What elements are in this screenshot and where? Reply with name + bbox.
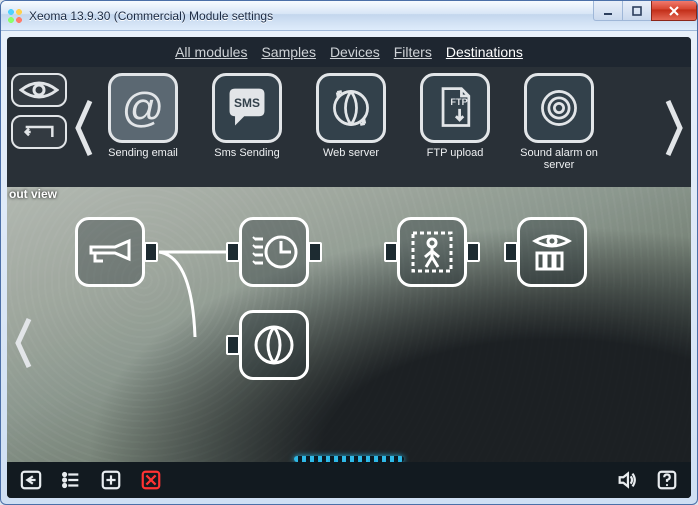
svg-text:FTP: FTP: [450, 97, 467, 107]
titlebar: Xeoma 13.9.30 (Commercial) Module settin…: [1, 1, 697, 31]
port-in[interactable]: [504, 242, 518, 262]
chain-canvas[interactable]: out view: [7, 187, 691, 498]
port-out[interactable]: [466, 242, 480, 262]
close-button[interactable]: [651, 1, 697, 21]
port-out[interactable]: [144, 242, 158, 262]
module-sms-sending[interactable]: SMS Sms Sending: [201, 73, 293, 171]
modules-next-button[interactable]: [661, 73, 687, 183]
minimize-button[interactable]: [593, 1, 623, 21]
svg-text:SMS: SMS: [234, 96, 260, 110]
camera-icon: [85, 227, 135, 277]
module-label: Sending email: [108, 147, 178, 159]
add-button[interactable]: [97, 468, 125, 492]
tab-bar: All modules Samples Devices Filters Dest…: [7, 37, 691, 67]
module-label: Sound alarm on server: [513, 147, 605, 171]
module-web-server[interactable]: Web server: [305, 73, 397, 171]
delete-button[interactable]: [137, 468, 165, 492]
module-label: FTP upload: [427, 147, 484, 159]
motion-icon: [407, 227, 457, 277]
tab-destinations[interactable]: Destinations: [446, 44, 523, 60]
speaker-rings-icon: [536, 85, 582, 131]
maximize-button[interactable]: [622, 1, 652, 21]
port-in[interactable]: [226, 242, 240, 262]
help-button[interactable]: [653, 468, 681, 492]
tab-devices[interactable]: Devices: [330, 44, 380, 60]
globe-arrows-icon: [249, 320, 299, 370]
eye-button[interactable]: [11, 73, 67, 107]
tab-filters[interactable]: Filters: [394, 44, 432, 60]
back-button[interactable]: [17, 468, 45, 492]
module-strip: @ Sending email SMS Sms Sending: [7, 67, 691, 187]
tab-all-modules[interactable]: All modules: [175, 44, 247, 60]
node-archive[interactable]: [517, 217, 587, 287]
node-scheduler[interactable]: [239, 217, 309, 287]
canvas-prev-button[interactable]: [11, 308, 37, 378]
tab-samples[interactable]: Samples: [261, 44, 315, 60]
list-button[interactable]: [57, 468, 85, 492]
node-web-server[interactable]: [239, 310, 309, 380]
module-sound-alarm[interactable]: Sound alarm on server: [513, 73, 605, 171]
canvas-overlay-text: out view: [9, 187, 57, 201]
module-sending-email[interactable]: @ Sending email: [97, 73, 189, 171]
sound-button[interactable]: [613, 468, 641, 492]
port-in[interactable]: [226, 335, 240, 355]
scheduler-icon: [249, 227, 299, 277]
at-icon: @: [122, 84, 165, 132]
back-wide-button[interactable]: [11, 115, 67, 149]
node-motion[interactable]: [397, 217, 467, 287]
port-in[interactable]: [384, 242, 398, 262]
archive-icon: [527, 227, 577, 277]
app-icon: [7, 8, 23, 24]
port-out[interactable]: [308, 242, 322, 262]
node-camera[interactable]: [75, 217, 145, 287]
module-label: Sms Sending: [214, 147, 279, 159]
module-label: Web server: [323, 147, 379, 159]
window-title: Xeoma 13.9.30 (Commercial) Module settin…: [29, 9, 273, 23]
module-ftp-upload[interactable]: FTP FTP upload: [409, 73, 501, 171]
globe-arrows-icon: [328, 85, 374, 131]
ftp-page-icon: FTP: [432, 85, 478, 131]
sms-icon: SMS: [224, 85, 270, 131]
bottom-toolbar: [7, 462, 691, 498]
modules-prev-button[interactable]: [71, 73, 97, 183]
